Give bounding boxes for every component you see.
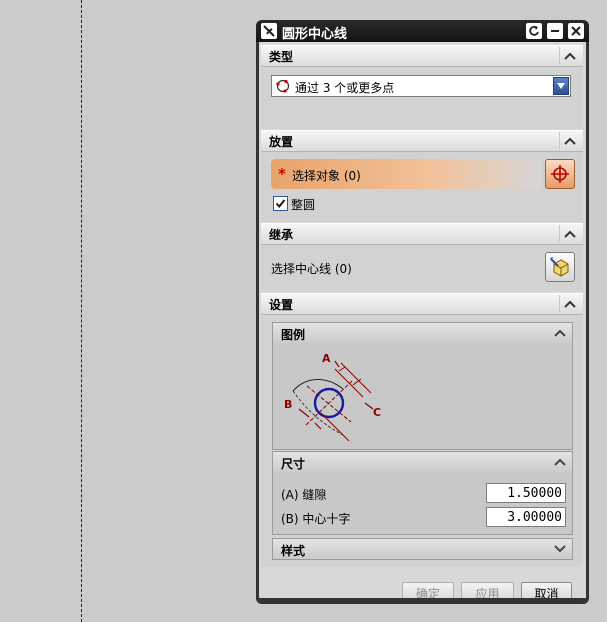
legend-letter-b: B xyxy=(284,398,292,411)
dialog-body: 类型 通过 3 个或更多点 放置 * 选择对象 (0) 整圆 继承 选择中心线 … xyxy=(259,42,586,604)
section-header-type[interactable]: 类型 xyxy=(261,45,583,67)
section-settings-label: 设置 xyxy=(269,298,294,312)
style-header[interactable]: 样式 xyxy=(273,539,572,559)
legend-header[interactable]: 图例 xyxy=(273,323,572,343)
full-circle-label: 整圆 xyxy=(291,198,316,212)
crosshair-icon xyxy=(551,165,569,183)
chevron-down-icon[interactable] xyxy=(554,542,566,556)
dialog-title: 圆形中心线 xyxy=(282,27,348,42)
dimensions-header[interactable]: 尺寸 xyxy=(273,452,572,472)
gap-label: (A) 缝隙 xyxy=(281,488,327,502)
select-centerline-label[interactable]: 选择中心线 (0) xyxy=(271,260,352,277)
circular-centerline-dialog: 圆形中心线 类型 通过 3 个或更多点 放置 * 选择对象 (0) 整圆 继承 … xyxy=(256,20,589,604)
reset-icon xyxy=(529,25,539,36)
type-dropdown-value: 通过 3 个或更多点 xyxy=(295,81,395,95)
chevron-up-icon[interactable] xyxy=(559,225,580,242)
chevron-up-icon[interactable] xyxy=(554,326,566,340)
chevron-up-icon[interactable] xyxy=(554,455,566,469)
center-cross-label: (B) 中心十字 xyxy=(281,512,351,526)
section-inherit-label: 继承 xyxy=(269,228,294,242)
select-centerline-button[interactable] xyxy=(545,252,575,282)
section-header-settings[interactable]: 设置 xyxy=(261,293,583,315)
type-dropdown[interactable]: 通过 3 个或更多点 xyxy=(271,75,571,97)
chevron-down-icon[interactable] xyxy=(553,77,569,95)
minimize-icon xyxy=(551,30,559,32)
dimensions-label: 尺寸 xyxy=(281,457,306,471)
select-object-button[interactable] xyxy=(545,159,575,189)
required-asterisk: * xyxy=(278,165,286,183)
circle-three-points-icon xyxy=(276,79,290,96)
section-placement-label: 放置 xyxy=(269,135,294,149)
legend-letter-c: C xyxy=(373,406,381,419)
inherit-cube-icon xyxy=(550,257,569,277)
style-label: 样式 xyxy=(281,544,306,558)
chevron-up-icon[interactable] xyxy=(559,47,580,64)
section-header-placement[interactable]: 放置 xyxy=(261,130,583,152)
style-panel: 样式 xyxy=(272,538,573,560)
pin-icon xyxy=(261,23,277,39)
legend-panel: 图例 A B C xyxy=(272,322,573,450)
center-cross-input[interactable]: 3.00000 xyxy=(486,507,566,527)
legend-letter-a: A xyxy=(322,352,331,365)
select-object-field[interactable]: * 选择对象 (0) xyxy=(271,159,541,189)
select-object-label: 选择对象 (0) xyxy=(292,169,361,183)
close-button[interactable] xyxy=(568,23,584,39)
legend-label: 图例 xyxy=(281,328,306,342)
section-type-label: 类型 xyxy=(269,50,294,64)
reset-button[interactable] xyxy=(526,23,542,39)
chevron-up-icon[interactable] xyxy=(559,295,580,312)
dashed-guide-line xyxy=(81,0,82,622)
minimize-button[interactable] xyxy=(547,23,563,39)
dialog-bottom-edge xyxy=(256,598,589,604)
check-icon xyxy=(275,199,286,209)
gap-input[interactable]: 1.50000 xyxy=(486,483,566,503)
section-header-inherit[interactable]: 继承 xyxy=(261,223,583,245)
chevron-up-icon[interactable] xyxy=(559,132,580,149)
legend-diagram: A B C xyxy=(284,352,381,441)
full-circle-checkbox[interactable] xyxy=(273,196,288,211)
close-icon xyxy=(571,26,581,36)
dialog-titlebar[interactable]: 圆形中心线 xyxy=(256,20,589,42)
